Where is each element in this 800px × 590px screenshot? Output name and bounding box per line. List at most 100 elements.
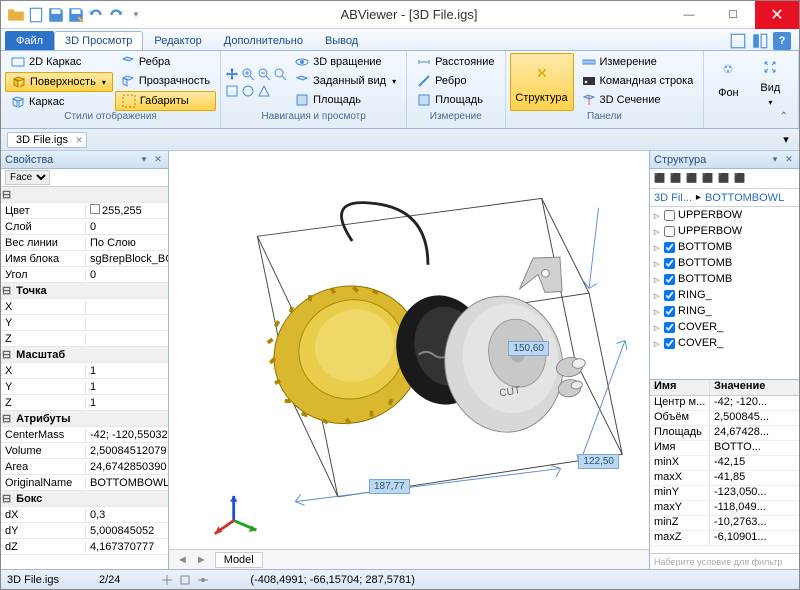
info-row[interactable]: Площадь24,67428... <box>650 426 799 441</box>
info-row[interactable]: maxZ-6,10901... <box>650 531 799 546</box>
btn-3d-rotate[interactable]: 3D вращение <box>289 53 402 71</box>
property-row[interactable]: CenterMass-42; -120,55032 <box>1 427 168 443</box>
filter-input[interactable]: Наберите условие для фильтр <box>650 553 799 569</box>
property-row[interactable]: Volume2,50084512079 <box>1 443 168 459</box>
btn-bounds[interactable]: Габариты <box>115 91 216 111</box>
info-row[interactable]: maxY-118,049... <box>650 501 799 516</box>
btn-transparent[interactable]: Прозрачность <box>115 72 216 90</box>
model-tab[interactable]: Model <box>215 552 263 568</box>
properties-grid[interactable]: ⊟Цвет255,255Слой0Вес линииПо СлоюИмя бло… <box>1 187 168 569</box>
info-row[interactable]: minX-42,15 <box>650 456 799 471</box>
tree-item[interactable]: ▹BOTTOMB <box>650 271 799 287</box>
close-button[interactable]: ✕ <box>755 1 799 29</box>
tree-item[interactable]: ▹COVER_ <box>650 319 799 335</box>
close-tab-icon[interactable]: ✕ <box>75 135 83 146</box>
tree-btn2-icon[interactable]: ⬛ <box>669 172 683 186</box>
tree-btn4-icon[interactable]: ⬛ <box>701 172 715 186</box>
ribbon-opt1-icon[interactable] <box>729 32 747 50</box>
next-tab-icon[interactable]: ► <box>196 554 207 566</box>
btn-edge[interactable]: Ребро <box>411 72 500 90</box>
ribbon-collapse[interactable]: ⌃ <box>708 111 794 126</box>
tree-checkbox[interactable] <box>664 338 675 349</box>
btn-view[interactable]: Вид▾ <box>750 53 790 109</box>
help-button[interactable]: ? <box>773 32 791 50</box>
btn-edges[interactable]: Ребра <box>115 53 216 71</box>
tree-btn1-icon[interactable]: ⬛ <box>653 172 667 186</box>
property-row[interactable]: Слой0 <box>1 219 168 235</box>
info-row[interactable]: minY-123,050... <box>650 486 799 501</box>
ribbon-opt2-icon[interactable] <box>751 32 769 50</box>
property-row[interactable]: dX0,3 <box>1 507 168 523</box>
btn-area[interactable]: Площадь <box>411 91 500 109</box>
info-row[interactable]: maxX-41,85 <box>650 471 799 486</box>
property-row[interactable]: Цвет255,255 <box>1 203 168 219</box>
document-tab[interactable]: 3D File.igs✕ <box>7 132 87 148</box>
tab-menu-icon[interactable]: ▾ <box>779 133 793 147</box>
pan-icon[interactable] <box>225 67 239 81</box>
btn-distance[interactable]: Расстояние <box>411 53 500 71</box>
save-icon[interactable] <box>47 6 65 24</box>
file-open-icon[interactable] <box>7 6 25 24</box>
tree-checkbox[interactable] <box>664 258 675 269</box>
btn-3d-section[interactable]: 3D Сечение <box>576 91 700 109</box>
property-row[interactable]: Вес линииПо Слою <box>1 235 168 251</box>
info-grid[interactable]: ИмяЗначение Центр м...-42; -120...Объём2… <box>650 380 799 553</box>
tree-btn6-icon[interactable]: ⬛ <box>733 172 747 186</box>
tree-btn5-icon[interactable]: ⬛ <box>717 172 731 186</box>
close-panel-icon[interactable]: ✕ <box>783 154 795 166</box>
btn-surface[interactable]: Поверхность▾ <box>5 72 113 92</box>
property-row[interactable]: Имя блокаsgBrepBlock_BO <box>1 251 168 267</box>
property-row[interactable]: dZ4,167370777 <box>1 539 168 555</box>
btn-2d-wireframe[interactable]: 2D Каркас <box>5 53 113 71</box>
panel-menu-icon[interactable]: ▾ <box>769 154 781 166</box>
btn-nav-area[interactable]: Площадь <box>289 91 402 109</box>
tree-checkbox[interactable] <box>664 274 675 285</box>
property-row[interactable]: Угол0 <box>1 267 168 283</box>
prev-tab-icon[interactable]: ◄ <box>177 554 188 566</box>
entity-selector[interactable]: Face <box>5 170 50 185</box>
info-row[interactable]: Объём2,500845... <box>650 411 799 426</box>
info-row[interactable]: ИмяBOTTO... <box>650 441 799 456</box>
nav-b-icon[interactable] <box>241 84 255 98</box>
3d-viewport[interactable]: CUT <box>169 151 649 549</box>
tab-3d-view[interactable]: 3D Просмотр <box>54 31 143 50</box>
snap-c-icon[interactable] <box>196 573 210 587</box>
property-row[interactable]: dY5,000845052 <box>1 523 168 539</box>
btn-background[interactable]: Фон <box>708 53 748 109</box>
property-row[interactable]: Z <box>1 331 168 347</box>
tree-checkbox[interactable] <box>664 242 675 253</box>
property-row[interactable]: Area24,6742850390 <box>1 459 168 475</box>
tab-output[interactable]: Вывод <box>314 31 369 50</box>
nav-a-icon[interactable] <box>225 84 239 98</box>
tree-btn3-icon[interactable]: ⬛ <box>685 172 699 186</box>
panel-menu-icon[interactable]: ▾ <box>138 154 150 166</box>
property-row[interactable]: Y <box>1 315 168 331</box>
btn-preset-view[interactable]: Заданный вид▾ <box>289 72 402 90</box>
maximize-button[interactable]: ☐ <box>711 1 755 29</box>
crumb-root[interactable]: 3D Fil... <box>650 192 696 204</box>
new-icon[interactable] <box>27 6 45 24</box>
property-row[interactable]: X <box>1 299 168 315</box>
btn-command-line[interactable]: Командная строка <box>576 72 700 90</box>
tab-editor[interactable]: Редактор <box>143 31 212 50</box>
property-row[interactable]: OriginalNameBOTTOMBOWL <box>1 475 168 491</box>
minimize-button[interactable]: — <box>667 1 711 29</box>
zoom-fit-icon[interactable] <box>273 67 287 81</box>
close-panel-icon[interactable]: ✕ <box>152 154 164 166</box>
tree-item[interactable]: ▹UPPERBOW <box>650 223 799 239</box>
tree-item[interactable]: ▹BOTTOMB <box>650 239 799 255</box>
tree-item[interactable]: ▹COVER_ <box>650 335 799 351</box>
zoom-out-icon[interactable] <box>257 67 271 81</box>
property-row[interactable]: Y1 <box>1 379 168 395</box>
tree-checkbox[interactable] <box>664 210 675 221</box>
structure-tree[interactable]: ▹UPPERBOW▹UPPERBOW▹BOTTOMB▹BOTTOMB▹BOTTO… <box>650 207 799 379</box>
info-row[interactable]: Центр м...-42; -120... <box>650 396 799 411</box>
tab-file[interactable]: Файл <box>5 31 54 50</box>
snap-b-icon[interactable] <box>178 573 192 587</box>
tree-item[interactable]: ▹BOTTOMB <box>650 255 799 271</box>
tree-item[interactable]: ▹UPPERBOW <box>650 207 799 223</box>
tree-item[interactable]: ▹RING_ <box>650 303 799 319</box>
qat-dropdown-icon[interactable]: ▼ <box>127 6 145 24</box>
zoom-in-icon[interactable] <box>241 67 255 81</box>
tree-checkbox[interactable] <box>664 226 675 237</box>
